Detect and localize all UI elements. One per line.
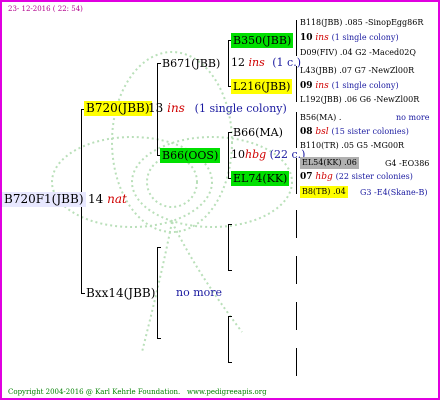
gen4-c-line1[interactable]: B56(MA) . bbox=[300, 113, 341, 122]
connector-line bbox=[157, 247, 161, 248]
connector-line bbox=[296, 210, 297, 238]
gen3-b-name[interactable]: L216(JBB) bbox=[231, 79, 293, 94]
root-bee-name[interactable]: B720F1(JBB) bbox=[2, 192, 86, 207]
grandparent-a-info: 12 ins (1 c.) bbox=[231, 56, 301, 69]
gen4-d-gen: 07 hbg (22 sister colonies) bbox=[300, 172, 413, 182]
gen4-c-no-more: no more bbox=[396, 113, 430, 122]
connector-line bbox=[296, 348, 297, 376]
connector-line bbox=[296, 112, 297, 148]
parent-queen-name[interactable]: B720(JBB) bbox=[84, 101, 152, 116]
connector-line bbox=[228, 316, 232, 317]
gen4-b-line1[interactable]: L43(JBB) .07 G7 -NewZl00R bbox=[300, 66, 414, 75]
gen4-a-line1[interactable]: B118(JBB) .085 -SinopEgg86R bbox=[300, 18, 423, 27]
gen3-d-name[interactable]: EL74(KK) bbox=[231, 171, 290, 186]
gen3-c-name[interactable]: B66(MA) bbox=[231, 125, 285, 140]
connector-line bbox=[296, 256, 297, 284]
drone-parent-name[interactable]: Bxx14(JBB) bbox=[84, 286, 157, 301]
root-gen: 14 nat bbox=[88, 192, 127, 206]
gen4-b-line3[interactable]: L192(JBB) .06 G6 -NewZl00R bbox=[300, 95, 419, 104]
connector-line bbox=[296, 158, 297, 194]
grandparent-a-name[interactable]: B671(JBB) bbox=[160, 56, 222, 71]
connector-line bbox=[228, 270, 232, 271]
connector-line bbox=[228, 40, 229, 87]
gen4-d-line1[interactable]: EL54(KK) .06 bbox=[300, 157, 359, 169]
connector-line bbox=[157, 338, 161, 339]
connector-line bbox=[228, 132, 229, 179]
connector-line bbox=[296, 20, 297, 56]
gen4-d-line3a[interactable]: B8(TB) .04 bbox=[300, 186, 348, 198]
connector-line bbox=[228, 224, 232, 225]
pedigree-frame: 23- 12-2016 ( 22: 54) B720F1(JBB) 14 nat… bbox=[0, 0, 440, 400]
date-stamp: 23- 12-2016 ( 22: 54) bbox=[8, 5, 83, 13]
gen4-c-line3[interactable]: B110(TR) .05 G5 -MG00R bbox=[300, 141, 404, 150]
grandparent-b-info: 10hbg (22 c.) bbox=[231, 148, 306, 161]
gen4-a-gen: 10 ins (1 single colony) bbox=[300, 33, 399, 43]
grandparent-b-name[interactable]: B66(OOS) bbox=[160, 148, 221, 163]
connector-line bbox=[228, 224, 229, 271]
connector-line bbox=[296, 66, 297, 102]
gen4-b-gen: 09 ins (1 single colony) bbox=[300, 81, 399, 91]
drone-parent-no-more: no more bbox=[176, 286, 223, 299]
connector-line bbox=[228, 362, 232, 363]
connector-line bbox=[296, 302, 297, 330]
footer-copyright: Copyright 2004-2016 @ Karl Kehrle Founda… bbox=[8, 388, 267, 396]
gen4-d-line3b: G3 -E4(Skane-B) bbox=[360, 188, 428, 197]
gen3-a-name[interactable]: B350(JBB) bbox=[231, 33, 294, 48]
gen4-d-line1b: G4 -EO386 bbox=[385, 159, 430, 168]
gen4-a-line3[interactable]: D09(FIV) .04 G2 -Maced02Q bbox=[300, 48, 416, 57]
parent-queen-info: 13 ins (1 single colony) bbox=[148, 101, 287, 115]
gen4-c-gen: 08 bsl (15 sister colonies) bbox=[300, 127, 409, 137]
connector-line bbox=[228, 316, 229, 363]
